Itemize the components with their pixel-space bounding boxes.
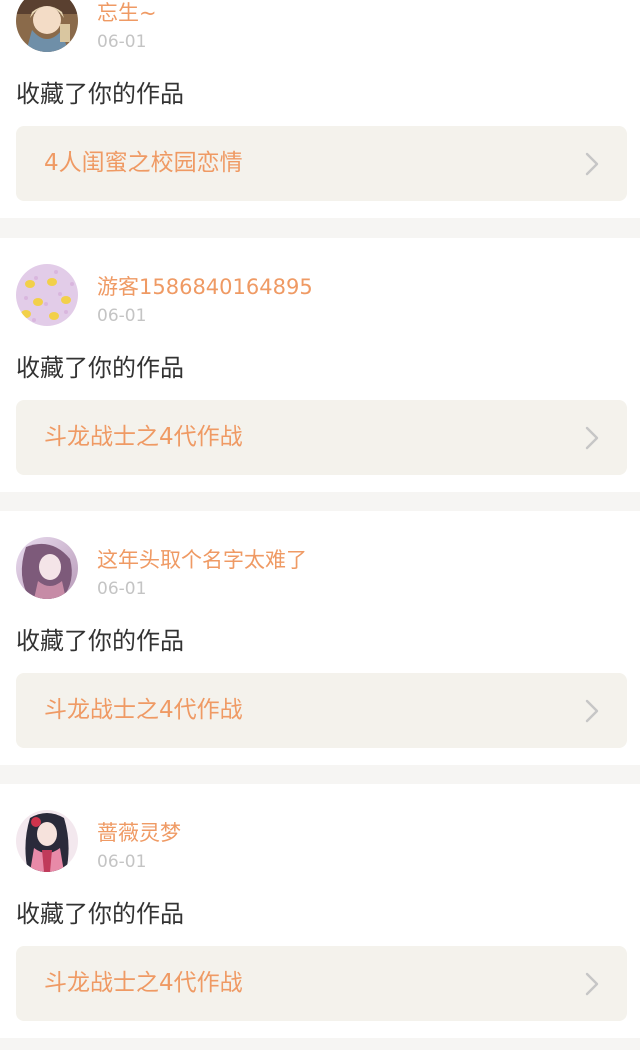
chevron-right-icon bbox=[585, 699, 599, 723]
work-link[interactable]: 斗龙战士之4代作战 bbox=[16, 673, 627, 748]
action-text: 收藏了你的作品 bbox=[16, 900, 184, 928]
timestamp: 06-01 bbox=[97, 306, 147, 326]
work-link[interactable]: 斗龙战士之4代作战 bbox=[16, 400, 627, 475]
timestamp: 06-01 bbox=[97, 579, 147, 599]
avatar-duck-pattern-icon[interactable] bbox=[16, 264, 78, 326]
notification-card: 忘生~ 06-01 收藏了你的作品 4人闺蜜之校园恋情 bbox=[0, 0, 640, 218]
avatar-anime-girl-icon[interactable] bbox=[16, 537, 78, 599]
notification-card: 蔷薇灵梦 06-01 收藏了你的作品 斗龙战士之4代作战 bbox=[0, 784, 640, 1038]
username[interactable]: 蔷薇灵梦 bbox=[97, 820, 181, 846]
timestamp: 06-01 bbox=[97, 852, 147, 872]
username[interactable]: 游客1586840164895 bbox=[97, 274, 313, 300]
username[interactable]: 忘生~ bbox=[97, 0, 157, 26]
work-title: 4人闺蜜之校园恋情 bbox=[44, 150, 243, 176]
action-text: 收藏了你的作品 bbox=[16, 80, 184, 108]
work-title: 斗龙战士之4代作战 bbox=[44, 970, 243, 996]
chevron-right-icon bbox=[585, 972, 599, 996]
notification-card: 这年头取个名字太难了 06-01 收藏了你的作品 斗龙战士之4代作战 bbox=[0, 511, 640, 765]
notification-card: 游客1586840164895 06-01 收藏了你的作品 斗龙战士之4代作战 bbox=[0, 238, 640, 492]
work-title: 斗龙战士之4代作战 bbox=[44, 697, 243, 723]
action-text: 收藏了你的作品 bbox=[16, 354, 184, 382]
work-title: 斗龙战士之4代作战 bbox=[44, 424, 243, 450]
username[interactable]: 这年头取个名字太难了 bbox=[97, 547, 307, 573]
action-text: 收藏了你的作品 bbox=[16, 627, 184, 655]
avatar-girl-icon[interactable] bbox=[16, 0, 78, 52]
chevron-right-icon bbox=[585, 426, 599, 450]
bottom-divider bbox=[0, 1040, 640, 1050]
chevron-right-icon bbox=[585, 152, 599, 176]
work-link[interactable]: 4人闺蜜之校园恋情 bbox=[16, 126, 627, 201]
avatar-kimono-girl-icon[interactable] bbox=[16, 810, 78, 872]
timestamp: 06-01 bbox=[97, 32, 147, 52]
work-link[interactable]: 斗龙战士之4代作战 bbox=[16, 946, 627, 1021]
